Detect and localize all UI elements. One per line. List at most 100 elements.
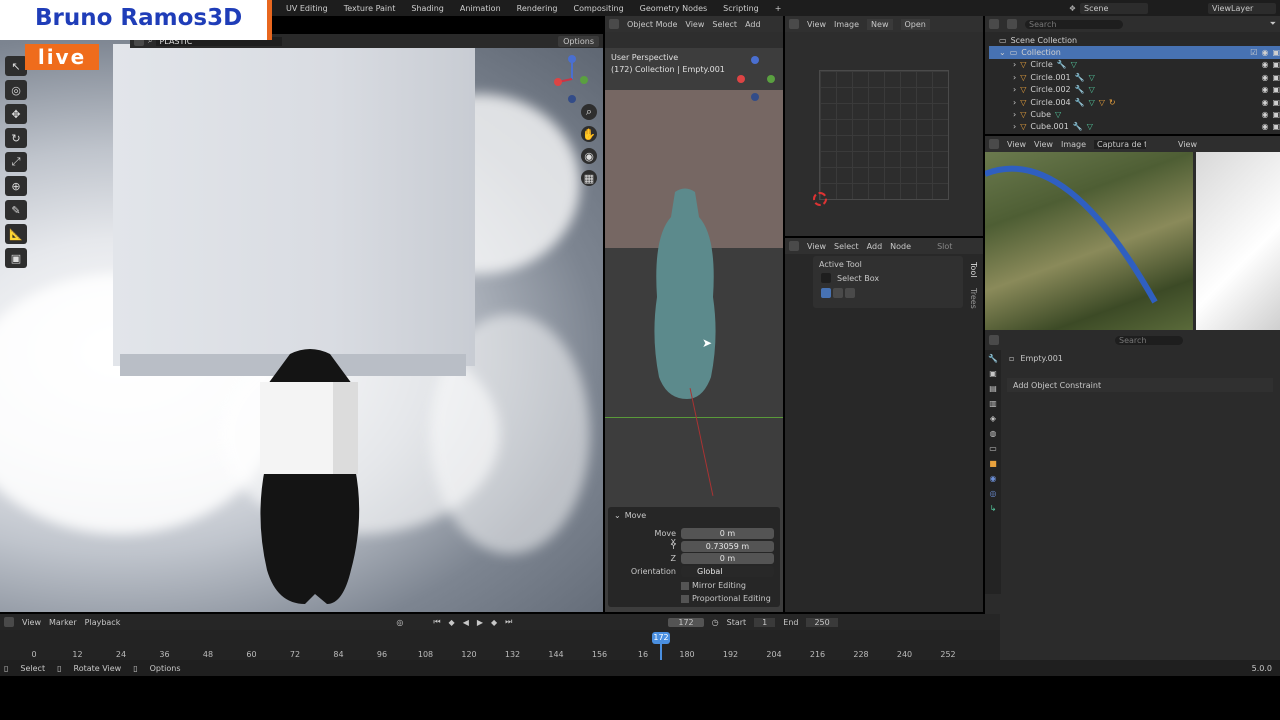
tab-scripting[interactable]: Scripting	[715, 4, 767, 13]
add-workspace-button[interactable]: +	[767, 4, 790, 13]
menu-image[interactable]: Image	[834, 20, 859, 29]
move-y-field[interactable]: 0.73059 m	[681, 541, 774, 552]
transform-tool-icon[interactable]: ⊕	[5, 176, 27, 196]
move-z-field[interactable]: 0 m	[681, 553, 774, 564]
eye-icon[interactable]: ◉	[1261, 60, 1268, 69]
checkbox-icon[interactable]: ☑	[1250, 48, 1257, 57]
end-field[interactable]: 250	[806, 617, 838, 627]
filter-icon[interactable]: ⏷	[1270, 19, 1276, 29]
viewlayer-selector[interactable]: ViewLayer	[1208, 2, 1276, 14]
scene-collection-row[interactable]: ▭ Scene Collection	[999, 34, 1280, 46]
camera-icon[interactable]: ▣	[1272, 73, 1280, 82]
menu-view[interactable]: View	[1007, 140, 1026, 149]
camera-icon[interactable]: ▣	[1272, 110, 1280, 119]
camera-icon[interactable]: ▣	[1272, 98, 1280, 107]
list-item[interactable]: › ▽ Circle.004 🔧 ▽ ▽ ↻ ◉ ▣	[999, 96, 1280, 108]
tab-shading[interactable]: Shading	[403, 4, 452, 13]
scale-tool-icon[interactable]: ⤢	[5, 152, 27, 172]
render-tab-icon[interactable]: ▣	[989, 369, 997, 378]
zoom-icon[interactable]: ⌕	[581, 104, 597, 120]
camera-icon[interactable]: ▣	[1272, 48, 1280, 57]
node-editor[interactable]: View Select Add Node Slot Active Tool Se…	[785, 238, 983, 612]
list-item[interactable]: › ▽ Cube ▽ ◉ ▣	[999, 108, 1280, 120]
menu-playback[interactable]: Playback	[85, 618, 121, 627]
tool-tab-icon[interactable]: 🔧	[988, 354, 998, 363]
select-tool-icon[interactable]: ↖	[5, 56, 27, 76]
outliner[interactable]: Search ⏷ ▭ Scene Collection ⌄ ▭ Collection ☑…	[985, 16, 1280, 134]
editor-type-icon[interactable]	[609, 19, 619, 29]
eye-icon[interactable]: ◉	[1261, 110, 1268, 119]
camera-icon[interactable]: ▣	[1272, 60, 1280, 69]
menu-view[interactable]: View	[22, 618, 41, 627]
checkbox[interactable]	[681, 581, 689, 590]
next-key-icon[interactable]: ◆	[491, 618, 497, 627]
new-image-button[interactable]: New	[867, 18, 893, 30]
menu-view-3[interactable]: View	[1178, 140, 1197, 149]
view-layer-tab-icon[interactable]: ▥	[989, 399, 997, 408]
select-box-icon[interactable]	[821, 273, 831, 283]
eye-icon[interactable]: ◉	[1261, 122, 1268, 131]
camera-icon[interactable]: ▣	[1272, 122, 1280, 131]
constraint-tab-icon[interactable]: ◎	[990, 489, 997, 498]
menu-view[interactable]: View	[807, 242, 826, 251]
annotate-tool-icon[interactable]: ✎	[5, 200, 27, 220]
tab-compositing[interactable]: Compositing	[566, 4, 632, 13]
eye-icon[interactable]: ◉	[1261, 85, 1268, 94]
pan-hand-icon[interactable]: ✋	[581, 126, 597, 142]
editor-type-icon[interactable]	[4, 617, 14, 627]
playhead[interactable]: 172	[652, 632, 670, 644]
frame-ruler[interactable]: 0 12 24 36 48 60 72 84 96 108 120 132 14…	[0, 630, 1000, 660]
eye-icon[interactable]: ◉	[1261, 73, 1268, 82]
tab-texture-paint[interactable]: Texture Paint	[336, 4, 404, 13]
editor-type-icon[interactable]	[989, 139, 999, 149]
prev-key-icon[interactable]: ◆	[449, 618, 455, 627]
editor-type-icon[interactable]	[789, 19, 799, 29]
add-object-constraint-button[interactable]: Add Object Constraint	[1007, 378, 1273, 392]
mode-set-icon[interactable]	[821, 288, 831, 298]
list-item[interactable]: › ▽ Circle.001 🔧 ▽ ◉ ▣	[999, 71, 1280, 83]
properties-search[interactable]: Search	[1115, 335, 1183, 345]
measure-tool-icon[interactable]: 📐	[5, 224, 27, 244]
grid-icon[interactable]: ▦	[581, 170, 597, 186]
collection-tab-icon[interactable]: ▭	[989, 444, 997, 453]
menu-view[interactable]: View	[685, 20, 704, 29]
open-image-button[interactable]: Open	[900, 18, 930, 30]
data-tab-icon[interactable]: ↳	[990, 504, 997, 513]
eye-icon[interactable]: ◉	[1261, 98, 1268, 107]
tab-trees[interactable]: Trees	[969, 288, 978, 309]
tab-tool[interactable]: Tool	[969, 262, 978, 278]
reference-image-editor[interactable]: View View Image Captura de te View	[985, 136, 1280, 332]
editor-type-icon[interactable]	[989, 19, 999, 29]
tab-uv-editing[interactable]: UV Editing	[278, 4, 336, 13]
tab-animation[interactable]: Animation	[452, 4, 509, 13]
checkbox[interactable]	[681, 594, 689, 603]
render-viewport[interactable]: ⌕ PLASTIC Options ↖ ◎ ✥ ↻ ⤢ ⊕ ✎ 📐 ▣ ⌕ ✋ …	[0, 34, 603, 612]
record-icon[interactable]: ◎	[396, 618, 403, 627]
active-tool-header[interactable]: Active Tool	[813, 256, 963, 273]
world-tab-icon[interactable]: ◍	[990, 429, 997, 438]
slot-selector[interactable]: Slot	[937, 242, 952, 251]
tab-rendering[interactable]: Rendering	[509, 4, 566, 13]
menu-select[interactable]: Select	[712, 20, 737, 29]
menu-select[interactable]: Select	[834, 242, 859, 251]
timeline[interactable]: View Marker Playback ◎ ⏮ ◆ ◀ ▶ ◆ ⏭ 172 ◷…	[0, 614, 1000, 660]
editor-type-icon[interactable]	[989, 335, 999, 345]
options-button[interactable]: Options	[558, 35, 599, 47]
display-mode-icon[interactable]	[1007, 19, 1017, 29]
eye-icon[interactable]: ◉	[1261, 48, 1268, 57]
orientation-select[interactable]: Global	[681, 566, 774, 577]
list-item[interactable]: › ▽ Cube.001 🔧 ▽ ◉ ▣	[999, 121, 1280, 133]
menu-view[interactable]: View	[807, 20, 826, 29]
menu-marker[interactable]: Marker	[49, 618, 77, 627]
rotate-tool-icon[interactable]: ↻	[5, 128, 27, 148]
play-reverse-icon[interactable]: ◀	[463, 618, 469, 627]
current-frame-field[interactable]: 172	[668, 617, 704, 627]
camera-icon[interactable]: ◉	[581, 148, 597, 164]
move-x-field[interactable]: 0 m	[681, 528, 774, 539]
jump-start-icon[interactable]: ⏮	[433, 617, 440, 627]
mode-subtract-icon[interactable]	[845, 288, 855, 298]
list-item[interactable]: › ▽ Circle 🔧 ▽ ◉ ▣	[999, 59, 1280, 71]
object-name[interactable]: Empty.001	[1020, 354, 1062, 363]
outliner-search[interactable]: Search	[1025, 19, 1123, 29]
physics-tab-icon[interactable]: ◉	[990, 474, 997, 483]
